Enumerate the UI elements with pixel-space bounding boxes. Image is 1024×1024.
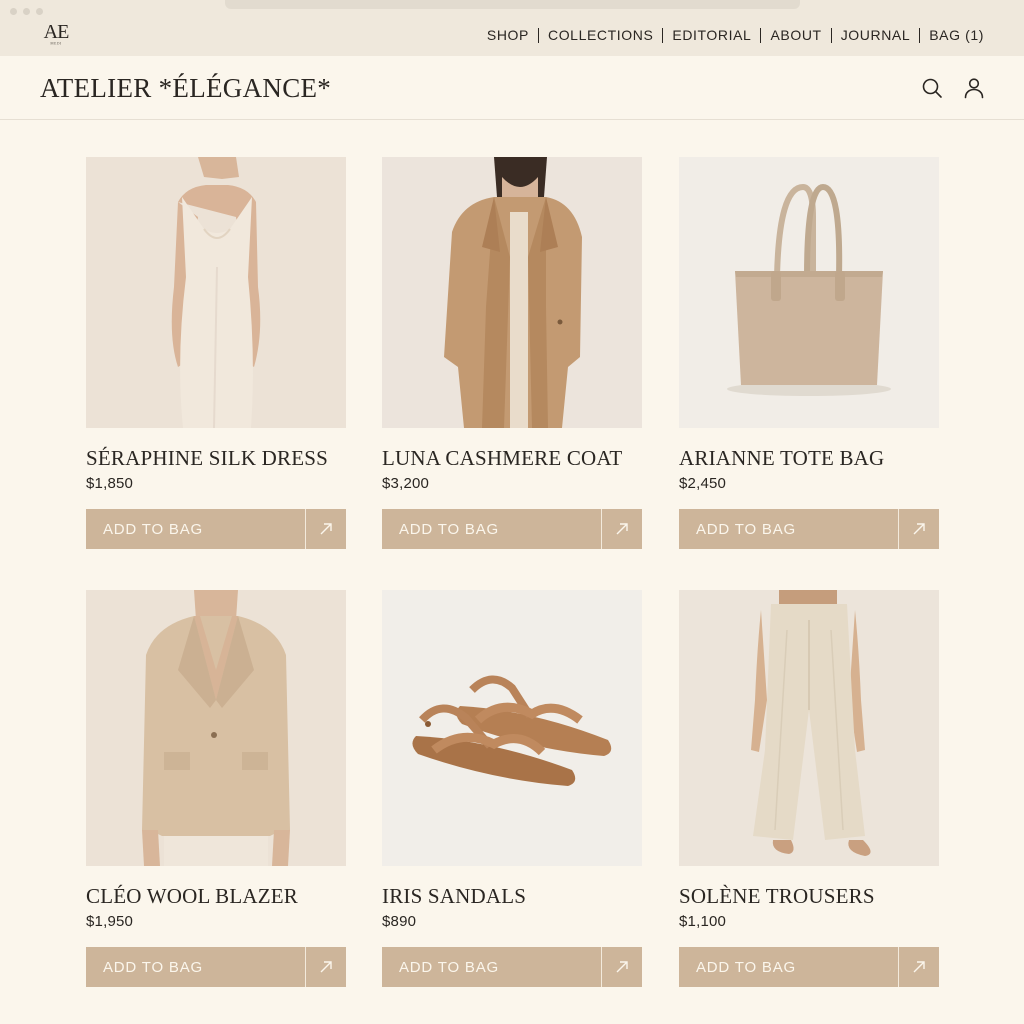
logo-monogram[interactable]: AE ᴹᴱᴰᴵ: [40, 22, 72, 52]
nav-collections[interactable]: COLLECTIONS: [548, 27, 653, 43]
product-price: $1,100: [679, 913, 727, 930]
product-card[interactable]: IRIS SANDALS $890 ADD TO BAG: [382, 590, 642, 988]
add-to-bag-control: ADD TO BAG: [382, 509, 642, 549]
logo-mark: AE: [43, 21, 70, 43]
product-image-wool-blazer[interactable]: [86, 590, 346, 866]
open-product-button[interactable]: [602, 509, 642, 549]
nav-divider: [830, 27, 832, 43]
nav-bag[interactable]: BAG (1): [929, 27, 984, 43]
arrow-up-right-icon: [320, 523, 332, 535]
product-price: $3,200: [382, 475, 430, 492]
open-product-button[interactable]: [306, 947, 346, 987]
product-card[interactable]: SOLÈNE TROUSERS $1,100 ADD TO BAG: [679, 590, 939, 988]
product-image-tote-bag[interactable]: [679, 157, 939, 428]
add-to-bag-control: ADD TO BAG: [382, 947, 642, 987]
window-chrome: AE ᴹᴱᴰᴵ SHOP COLLECTIONS EDITORIAL ABOUT…: [0, 0, 1024, 56]
product-price: $2,450: [679, 475, 727, 492]
logo-subtext: ᴹᴱᴰᴵ: [50, 42, 62, 48]
add-to-bag-control: ADD TO BAG: [86, 947, 346, 987]
product-name[interactable]: LUNA CASHMERE COAT: [382, 446, 622, 471]
open-product-button[interactable]: [899, 947, 939, 987]
open-product-button[interactable]: [602, 947, 642, 987]
product-price: $1,850: [86, 475, 134, 492]
product-image-sandals[interactable]: [382, 590, 642, 866]
product-card[interactable]: LUNA CASHMERE COAT $3,200 ADD TO BAG: [382, 157, 642, 550]
product-image-silk-dress[interactable]: [86, 157, 346, 428]
product-name[interactable]: IRIS SANDALS: [382, 884, 526, 909]
add-to-bag-button[interactable]: ADD TO BAG: [679, 947, 899, 987]
product-price: $890: [382, 913, 417, 930]
open-product-button[interactable]: [306, 509, 346, 549]
add-to-bag-control: ADD TO BAG: [679, 947, 939, 987]
add-to-bag-control: ADD TO BAG: [86, 509, 346, 549]
nav-divider: [537, 27, 539, 43]
nav-journal[interactable]: JOURNAL: [841, 27, 911, 43]
product-card[interactable]: SÉRAPHINE SILK DRESS $1,850 ADD TO BAG: [86, 157, 346, 550]
arrow-up-right-icon: [913, 961, 925, 973]
brand-name[interactable]: ATELIER *ÉLÉGANCE*: [40, 73, 331, 104]
add-to-bag-button[interactable]: ADD TO BAG: [86, 509, 306, 549]
nav-editorial[interactable]: EDITORIAL: [672, 27, 751, 43]
window-dot-icon[interactable]: [23, 8, 30, 15]
user-icon[interactable]: [962, 76, 986, 100]
search-icon[interactable]: [920, 76, 944, 100]
product-image-cashmere-coat[interactable]: [382, 157, 642, 428]
nav-divider: [919, 27, 921, 43]
nav-shop[interactable]: SHOP: [487, 27, 529, 43]
nav-divider: [662, 27, 664, 43]
address-bar[interactable]: [225, 0, 800, 9]
arrow-up-right-icon: [616, 523, 628, 535]
arrow-up-right-icon: [320, 961, 332, 973]
product-card[interactable]: ARIANNE TOTE BAG $2,450 ADD TO BAG: [679, 157, 939, 550]
product-name[interactable]: SÉRAPHINE SILK DRESS: [86, 446, 328, 471]
window-dot-icon[interactable]: [36, 8, 43, 15]
add-to-bag-button[interactable]: ADD TO BAG: [679, 509, 899, 549]
product-image-trousers[interactable]: [679, 590, 939, 866]
product-name[interactable]: ARIANNE TOTE BAG: [679, 446, 884, 471]
arrow-up-right-icon: [913, 523, 925, 535]
open-product-button[interactable]: [899, 509, 939, 549]
window-dot-icon[interactable]: [10, 8, 17, 15]
product-price: $1,950: [86, 913, 134, 930]
window-controls: [10, 8, 43, 15]
add-to-bag-button[interactable]: ADD TO BAG: [86, 947, 306, 987]
top-navigation: SHOP COLLECTIONS EDITORIAL ABOUT JOURNAL…: [487, 27, 984, 43]
arrow-up-right-icon: [616, 961, 628, 973]
product-card[interactable]: CLÉO WOOL BLAZER $1,950 ADD TO BAG: [86, 590, 346, 988]
nav-about[interactable]: ABOUT: [770, 27, 821, 43]
add-to-bag-control: ADD TO BAG: [679, 509, 939, 549]
nav-divider: [760, 27, 762, 43]
product-name[interactable]: SOLÈNE TROUSERS: [679, 884, 875, 909]
site-header: ATELIER *ÉLÉGANCE*: [0, 56, 1024, 120]
product-name[interactable]: CLÉO WOOL BLAZER: [86, 884, 298, 909]
add-to-bag-button[interactable]: ADD TO BAG: [382, 947, 602, 987]
add-to-bag-button[interactable]: ADD TO BAG: [382, 509, 602, 549]
